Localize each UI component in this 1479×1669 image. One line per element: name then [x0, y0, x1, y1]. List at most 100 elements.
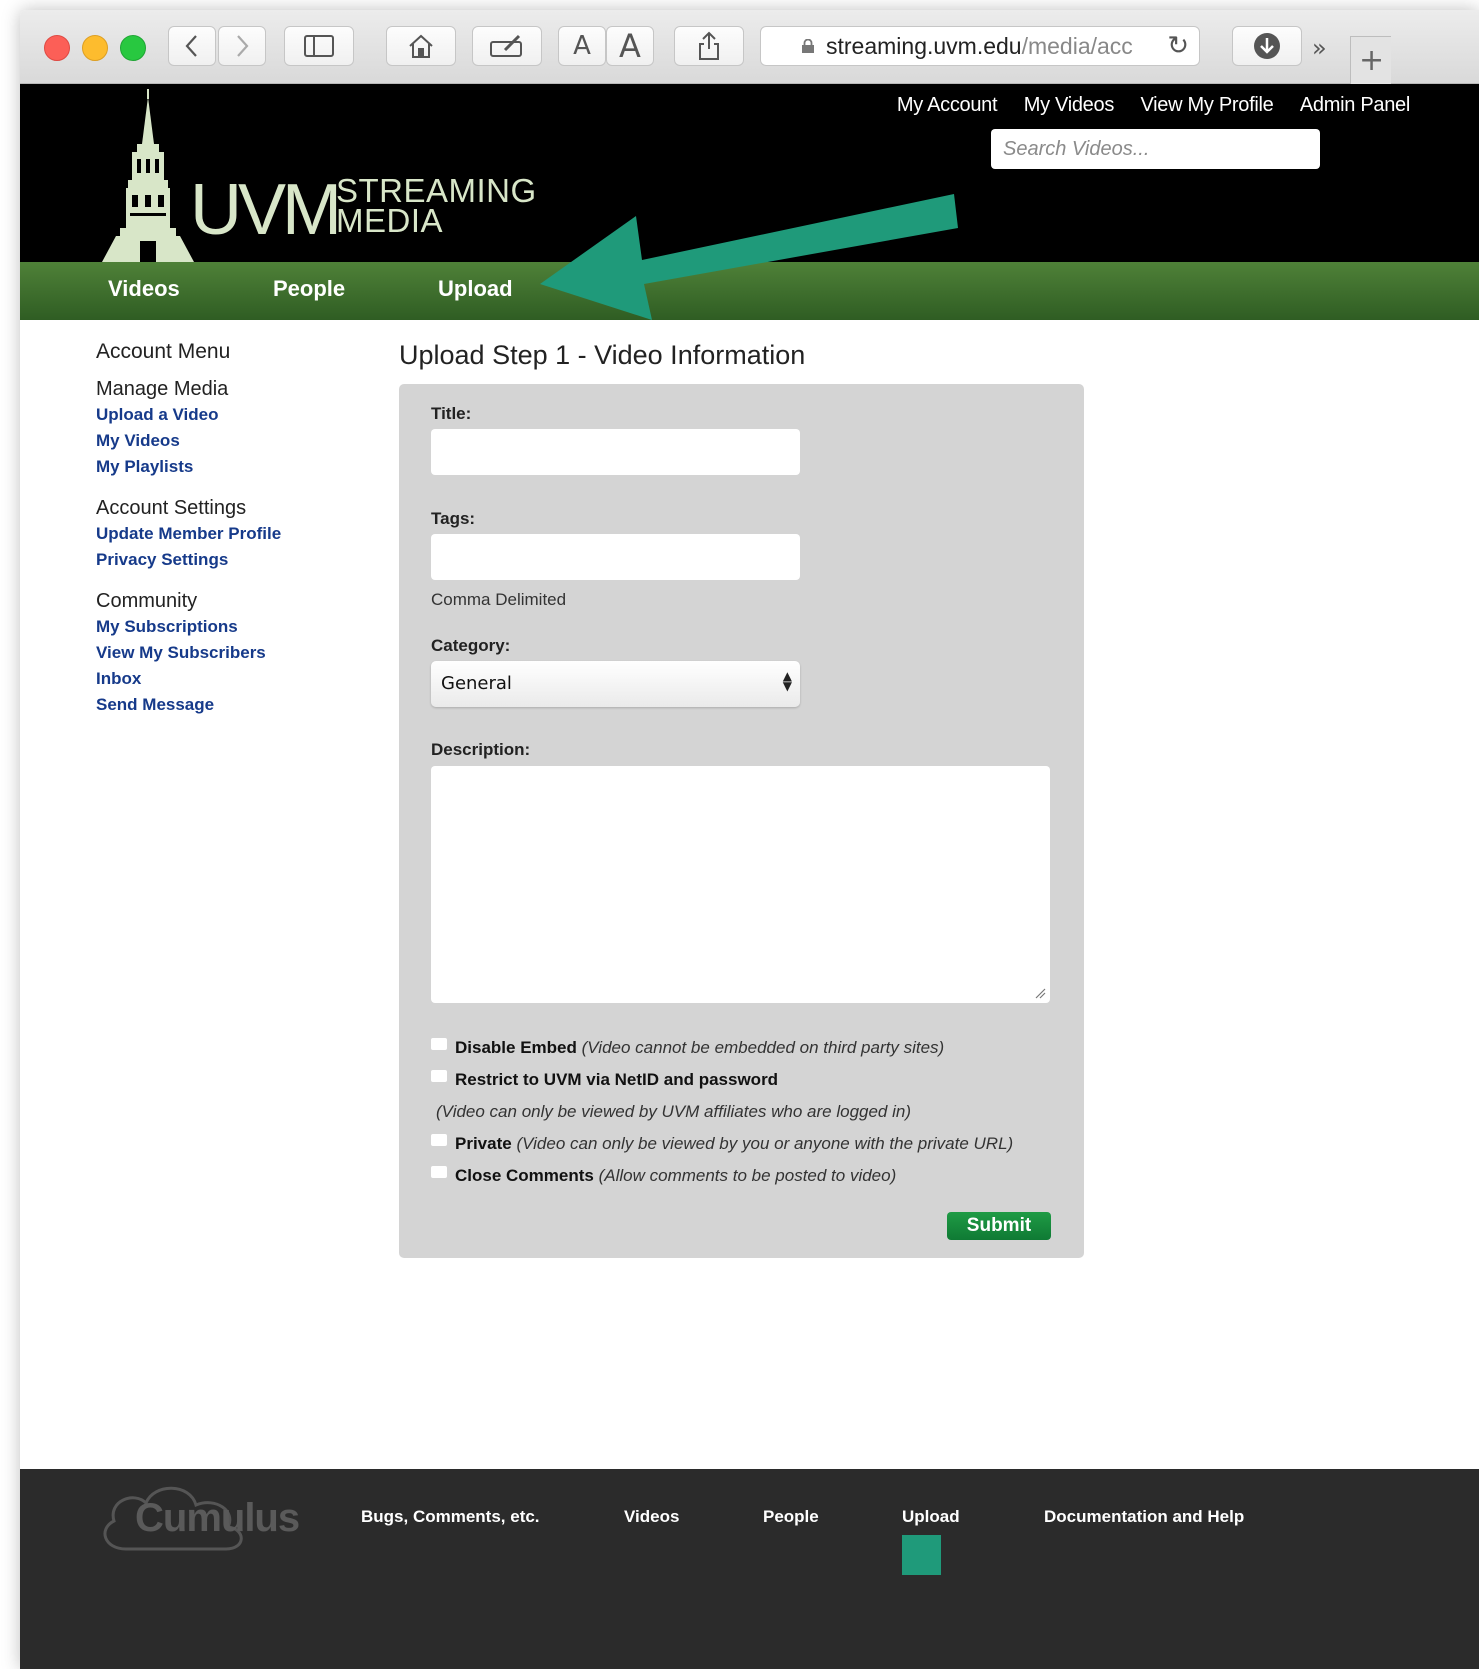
- reload-icon[interactable]: ↻: [1167, 31, 1189, 61]
- footer-link-upload[interactable]: Upload: [902, 1507, 960, 1527]
- sidebar-button[interactable]: [284, 26, 354, 66]
- tower-logo-icon: [102, 89, 194, 262]
- address-bar[interactable]: streaming.uvm.edu/media/acc ↻: [760, 26, 1200, 66]
- account-links: My Account My Videos View My Profile Adm…: [875, 94, 1410, 117]
- restrict-checkbox[interactable]: [431, 1070, 447, 1082]
- text-larger-icon: A: [619, 27, 641, 65]
- description-label: Description:: [431, 740, 531, 759]
- close-comments-option: Close Comments (Allow comments to be pos…: [431, 1166, 896, 1186]
- logo-uvm-text: UVM: [190, 170, 342, 250]
- site-footer: Cumulus Bugs, Comments, etc. Videos Peop…: [20, 1469, 1479, 1669]
- disable-embed-note: (Video cannot be embedded on third party…: [581, 1038, 945, 1057]
- browser-toolbar: A A streaming.uvm.edu/media/acc ↻ » +: [20, 10, 1479, 85]
- annotate-button[interactable]: [472, 26, 542, 66]
- sidebar-icon: [304, 35, 334, 57]
- footer-link-videos[interactable]: Videos: [624, 1507, 679, 1527]
- sidebar-link-my-videos[interactable]: My Videos: [96, 431, 356, 451]
- description-textarea[interactable]: [431, 766, 1050, 1003]
- sidebar-group-account-settings: Account Settings Update Member Profile P…: [96, 497, 356, 570]
- disable-embed-checkbox[interactable]: [431, 1038, 447, 1050]
- footer-brand: Cumulus: [135, 1496, 300, 1540]
- close-comments-checkbox[interactable]: [431, 1166, 447, 1178]
- home-icon: [409, 34, 433, 58]
- close-window-button[interactable]: [44, 35, 70, 61]
- title-input[interactable]: [431, 429, 800, 475]
- close-comments-note: (Allow comments to be posted to video): [598, 1166, 897, 1185]
- search-input[interactable]: [991, 129, 1320, 169]
- text-smaller-button[interactable]: A: [558, 26, 606, 66]
- home-button[interactable]: [386, 26, 456, 66]
- forward-button[interactable]: [218, 26, 266, 66]
- tags-hint: Comma Delimited: [431, 590, 567, 609]
- restrict-label: Restrict to UVM via NetID and password: [455, 1070, 779, 1089]
- browser-window: A A streaming.uvm.edu/media/acc ↻ » + My…: [20, 10, 1479, 1669]
- my-account-link[interactable]: My Account: [897, 94, 998, 116]
- sidebar-heading: Manage Media: [96, 378, 229, 400]
- restrict-note: (Video can only be viewed by UVM affilia…: [436, 1102, 912, 1121]
- download-icon: [1254, 33, 1280, 59]
- lock-icon: [802, 39, 814, 53]
- tags-input[interactable]: [431, 534, 800, 580]
- category-label: Category:: [431, 636, 511, 655]
- annotation-arrow-icon: [540, 194, 958, 320]
- zoom-window-button[interactable]: [120, 35, 146, 61]
- title-label: Title:: [431, 404, 472, 423]
- sidebar-link-privacy-settings[interactable]: Privacy Settings: [96, 550, 356, 570]
- admin-panel-link[interactable]: Admin Panel: [1300, 94, 1410, 116]
- account-sidebar: Account Menu Manage Media Upload a Video…: [96, 340, 356, 735]
- logo-line-2: MEDIA: [336, 202, 444, 239]
- disable-embed-label: Disable Embed: [455, 1038, 577, 1057]
- resize-grip-icon[interactable]: [1034, 987, 1046, 999]
- sidebar-link-update-member-profile[interactable]: Update Member Profile: [96, 524, 356, 544]
- tags-label: Tags:: [431, 509, 476, 528]
- minimize-window-button[interactable]: [82, 35, 108, 61]
- private-checkbox[interactable]: [431, 1134, 447, 1146]
- submit-button[interactable]: Submit: [947, 1212, 1051, 1240]
- text-smaller-icon: A: [573, 31, 591, 61]
- sidebar-heading: Account Settings: [96, 497, 247, 519]
- back-button[interactable]: [168, 26, 216, 66]
- my-videos-link[interactable]: My Videos: [1024, 94, 1115, 116]
- download-button[interactable]: [1232, 26, 1302, 66]
- disable-embed-option: Disable Embed (Video cannot be embedded …: [431, 1038, 944, 1058]
- restrict-option: Restrict to UVM via NetID and password: [431, 1070, 778, 1090]
- close-comments-label: Close Comments: [455, 1166, 594, 1185]
- sidebar-heading: Community: [96, 590, 198, 612]
- sidebar-link-send-message[interactable]: Send Message: [96, 695, 356, 715]
- text-larger-button[interactable]: A: [606, 26, 654, 66]
- logo-streaming-media-text: STREAMING MEDIA: [336, 174, 537, 239]
- back-icon: [185, 35, 197, 57]
- sidebar-link-inbox[interactable]: Inbox: [96, 669, 356, 689]
- restrict-note-line: (Video can only be viewed by UVM affilia…: [436, 1102, 911, 1122]
- sidebar-group-community: Community My Subscriptions View My Subsc…: [96, 590, 356, 715]
- nav-videos[interactable]: Videos: [108, 276, 180, 302]
- sidebar-link-upload-a-video[interactable]: Upload a Video: [96, 405, 356, 425]
- view-my-profile-link[interactable]: View My Profile: [1140, 94, 1273, 116]
- share-button[interactable]: [674, 26, 744, 66]
- sidebar-link-my-playlists[interactable]: My Playlists: [96, 457, 356, 477]
- more-icon[interactable]: »: [1312, 34, 1327, 62]
- forward-icon: [237, 35, 249, 57]
- nav-people[interactable]: People: [273, 276, 345, 302]
- private-label: Private: [455, 1134, 512, 1153]
- private-note: (Video can only be viewed by you or anyo…: [516, 1134, 1014, 1153]
- category-selected-value: General: [441, 673, 512, 694]
- url-text: streaming.uvm.edu/media/acc: [826, 33, 1156, 60]
- category-select[interactable]: General ▲ ▼: [431, 661, 800, 707]
- sidebar-link-my-subscriptions[interactable]: My Subscriptions: [96, 617, 356, 637]
- url-path: /media/acc: [1021, 33, 1133, 59]
- sidebar-link-view-my-subscribers[interactable]: View My Subscribers: [96, 643, 356, 663]
- share-icon: [699, 31, 719, 60]
- footer-link-people[interactable]: People: [763, 1507, 819, 1527]
- footer-link-bugs[interactable]: Bugs, Comments, etc.: [361, 1507, 540, 1527]
- annotate-icon: [490, 34, 522, 57]
- nav-upload[interactable]: Upload: [438, 276, 513, 302]
- upload-form-panel: Title: Tags: Comma Delimited Category: G…: [399, 384, 1084, 1258]
- url-host: streaming.uvm.edu: [826, 33, 1022, 59]
- footer-link-documentation[interactable]: Documentation and Help: [1044, 1507, 1244, 1527]
- page-title: Upload Step 1 - Video Information: [399, 340, 806, 370]
- new-tab-button[interactable]: +: [1350, 36, 1391, 85]
- annotation-marker: [902, 1535, 941, 1575]
- new-tab-icon: +: [1359, 43, 1385, 78]
- sidebar-group-manage-media: Manage Media Upload a Video My Videos My…: [96, 378, 356, 477]
